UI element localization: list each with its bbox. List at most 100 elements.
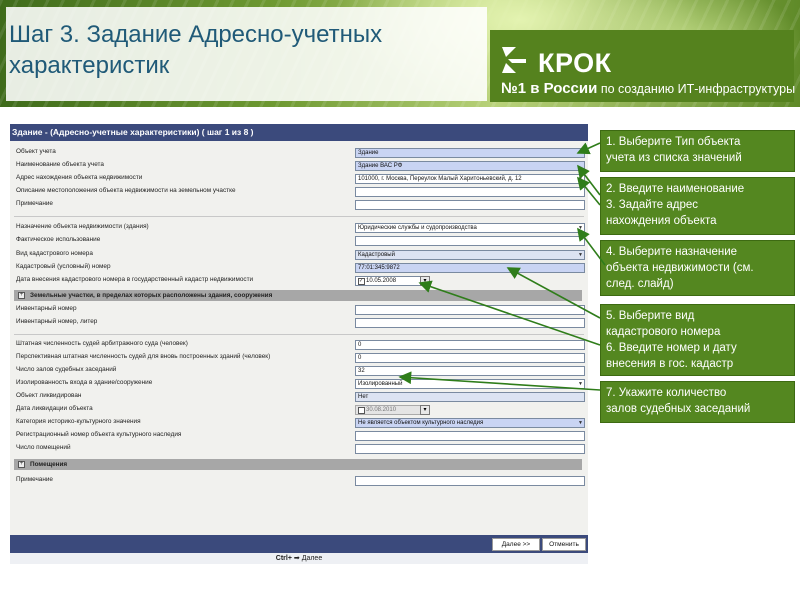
callout-2: 2. Введите наименование 3. Задайте адрес… — [600, 177, 795, 235]
purpose-value: Юридические службы и судопроизводства — [358, 225, 477, 231]
calendar-icon[interactable]: ▾ — [420, 405, 430, 415]
staff-arbitration-input[interactable]: 0 — [355, 340, 585, 350]
checkbox-icon[interactable]: ✓ — [358, 278, 365, 285]
row-cadastral-date: Дата внесения кадастрового номера в госу… — [10, 275, 588, 288]
callout-line: кадастрового номера — [606, 326, 721, 338]
cancel-button[interactable]: Отменить — [542, 538, 586, 551]
inventory-letter-input[interactable] — [355, 318, 585, 328]
heritage-category-select[interactable]: Не является объектом культурного наследи… — [355, 418, 585, 428]
divider — [14, 334, 584, 335]
field-label: Кадастровый (условный) номер — [16, 263, 111, 270]
row-staff-arbitration: Штатная численность судей арбитражного с… — [10, 339, 588, 352]
entrance-select[interactable]: Изолированный ▼ — [355, 379, 585, 389]
location-desc-input[interactable] — [355, 187, 585, 197]
cadastral-date-input[interactable]: ✓ 10.05.2008 — [355, 276, 427, 286]
row-object-name: Наименование объекта учета Здание ВАС РФ — [10, 160, 588, 173]
calendar-icon[interactable]: ▾ — [420, 276, 430, 286]
row-inventory-number: Инвентарный номер — [10, 304, 588, 317]
dropdown-arrow-icon[interactable]: ▼ — [578, 419, 583, 427]
liquidated-select[interactable]: Нет — [355, 392, 585, 402]
field-label: Объект учета — [16, 148, 56, 155]
note1-input[interactable] — [355, 200, 585, 210]
field-label: Наименование объекта учета — [16, 161, 104, 168]
form-footer: Далее >> Отменить — [10, 535, 588, 553]
heritage-category-value: Не является объектом культурного наследи… — [358, 420, 484, 426]
address-input[interactable]: 101000, г. Москва, Переулок Малый Харито… — [355, 174, 585, 184]
dropdown-arrow-icon[interactable]: ▼ — [578, 224, 583, 232]
cadastral-date-value: 10.05.2008 — [366, 278, 397, 284]
dropdown-arrow-icon[interactable]: ▼ — [578, 175, 583, 183]
field-label: Перспективная штатная численность судей … — [16, 353, 271, 360]
row-rooms-count: Число помещений — [10, 443, 588, 456]
actual-use-input[interactable] — [355, 236, 585, 246]
row-heritage-category: Категория историко-культурного значения … — [10, 417, 588, 430]
note2-input[interactable] — [355, 476, 585, 486]
expand-plus-icon[interactable]: + — [18, 292, 25, 299]
staff-new-input[interactable]: 0 — [355, 353, 585, 363]
field-label: Штатная численность судей арбитражного с… — [16, 340, 188, 347]
logo-mark-icon — [502, 47, 526, 73]
callout-line: 3. Задайте адрес — [606, 199, 699, 211]
court-halls-input[interactable]: 32 — [355, 366, 585, 376]
row-actual-use: Фактическое использование — [10, 235, 588, 248]
rooms-count-input[interactable] — [355, 444, 585, 454]
purpose-select[interactable]: Юридические службы и судопроизводства ▼ — [355, 223, 585, 233]
callout-4: 5. Выберите вид кадастрового номера 6. В… — [600, 304, 795, 376]
address-value: 101000, г. Москва, Переулок Малый Харито… — [358, 176, 522, 182]
row-inventory-letter: Инвентарный номер, литер — [10, 317, 588, 330]
tagline: №1 в России по созданию ИТ-инфраструктур… — [501, 80, 795, 97]
app-window: Здание - (Адресно-учетные характеристики… — [10, 124, 588, 564]
callout-line: учета из списка значений — [606, 152, 742, 164]
field-label: Регистрационный номер объекта культурног… — [16, 431, 182, 438]
field-label: Инвентарный номер, литер — [16, 318, 98, 325]
cadastral-type-value: Кадастровый — [358, 252, 395, 258]
field-label: Примечание — [16, 476, 53, 483]
form-body: Объект учета Здание Наименование объекта… — [10, 141, 588, 536]
row-heritage-reg: Регистрационный номер объекта культурног… — [10, 430, 588, 443]
next-button[interactable]: Далее >> — [492, 538, 540, 551]
logo-text: КРОК — [538, 48, 612, 78]
shortcut-key: Ctrl+ — [275, 555, 292, 562]
dropdown-arrow-icon[interactable]: ▼ — [578, 380, 583, 388]
expand-plus-icon[interactable]: + — [18, 461, 25, 468]
group-land-plots[interactable]: + Земельные участки, в пределах которых … — [14, 290, 582, 301]
field-label: Адрес нахождения объекта недвижимости — [16, 174, 143, 181]
field-label: Дата ликвидации объекта — [16, 405, 93, 412]
row-entrance: Изолированность входа в здание/сооружени… — [10, 378, 588, 391]
callout-line: 7. Укажите количество — [606, 387, 727, 399]
cadastral-number-input[interactable]: 77:01:345:9872 — [355, 263, 585, 273]
heritage-reg-input[interactable] — [355, 431, 585, 441]
object-name-input[interactable]: Здание ВАС РФ — [355, 161, 585, 171]
callout-line: 2. Введите наименование — [606, 183, 745, 195]
field-label: Примечание — [16, 200, 53, 207]
row-location-desc: Описание местоположения объекта недвижим… — [10, 186, 588, 199]
field-label: Инвентарный номер — [16, 305, 77, 312]
field-label: Число залов судебных заседаний — [16, 366, 117, 373]
field-label: Фактическое использование — [16, 236, 101, 243]
callout-1: 1. Выберите Тип объекта учета из списка … — [600, 130, 795, 172]
liquidation-date-input[interactable]: 30.08.2010 — [355, 405, 427, 415]
row-liquidation-date: Дата ликвидации объекта 30.08.2010 ▾ — [10, 404, 588, 417]
field-label: Назначение объекта недвижимости (здания) — [16, 223, 149, 230]
group-label: Помещения — [30, 461, 68, 468]
form-title: Здание - (Адресно-учетные характеристики… — [10, 124, 588, 141]
group-rooms[interactable]: + Помещения — [14, 459, 582, 470]
callout-line: 1. Выберите Тип объекта — [606, 136, 741, 148]
page-title: Шаг 3. Задание Адресно-учетных характери… — [9, 21, 383, 79]
object-type-select[interactable]: Здание — [355, 148, 585, 158]
status-text: Далее — [301, 555, 323, 562]
row-staff-new: Перспективная штатная численность судей … — [10, 352, 588, 365]
cadastral-type-select[interactable]: Кадастровый ▼ — [355, 250, 585, 260]
row-court-halls: Число залов судебных заседаний 32 — [10, 365, 588, 378]
callout-3: 4. Выберите назначение объекта недвижимо… — [600, 240, 795, 296]
field-label: Категория историко-культурного значения — [16, 418, 141, 425]
callout-line: внесения в гос. кадастр — [606, 358, 734, 370]
dropdown-arrow-icon[interactable]: ▼ — [578, 251, 583, 259]
field-label: Изолированность входа в здание/сооружени… — [16, 379, 153, 386]
checkbox-icon[interactable] — [358, 407, 365, 414]
row-purpose: Назначение объекта недвижимости (здания)… — [10, 222, 588, 235]
inventory-number-input[interactable] — [355, 305, 585, 315]
divider — [14, 216, 584, 217]
row-address: Адрес нахождения объекта недвижимости 10… — [10, 173, 588, 186]
callout-line: объекта недвижимости (см. — [606, 262, 754, 274]
